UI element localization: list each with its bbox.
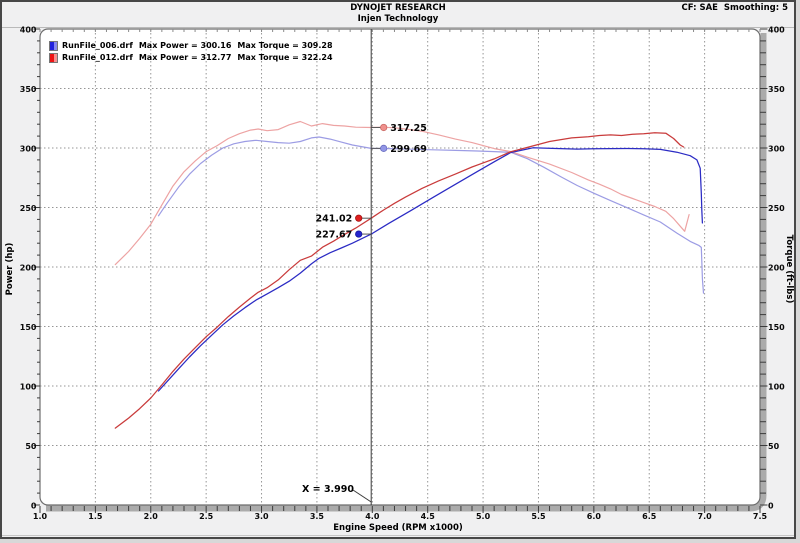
- y-left-axis-title: Power (hp): [5, 234, 15, 304]
- x-tick-label: 3.0: [254, 512, 269, 521]
- x-tick-label: 7.0: [698, 512, 713, 521]
- legend-swatch: [49, 41, 58, 51]
- y-left-tick-label: 200: [20, 264, 37, 273]
- x-tick-label: 6.5: [642, 512, 657, 521]
- y-right-axis-title: Torque (ft-lbs): [784, 234, 794, 304]
- y-right-tick-label: 100: [768, 383, 785, 392]
- legend-label: RunFile_012.drfMax Power = 312.77Max Tor…: [62, 53, 339, 62]
- y-right-tick-label: 250: [768, 204, 785, 213]
- y-right-tick-label: 0: [768, 502, 774, 511]
- cursor-marker-dot: [381, 124, 387, 130]
- legend-swatch: [49, 53, 58, 63]
- y-right-tick-label: 50: [768, 442, 780, 451]
- y-left-tick-label: 300: [20, 145, 37, 154]
- cursor-marker-dot: [356, 215, 362, 221]
- cursor-marker-value: 241.02: [316, 214, 353, 225]
- legend-row-RunFile_012.drf[interactable]: RunFile_012.drfMax Power = 312.77Max Tor…: [49, 52, 339, 63]
- cursor-marker-dot: [381, 145, 387, 151]
- y-right-tick-label: 200: [768, 264, 785, 273]
- bottom-divider: [2, 535, 794, 536]
- y-right-tick-label: 350: [768, 85, 785, 94]
- x-tick-label: 3.5: [310, 512, 325, 521]
- dyno-plot-svg: 0 0 50 50 100 100 150 150 200 200 250 250 300 300 350 3…: [2, 2, 796, 539]
- legend-label: RunFile_006.drfMax Power = 300.16Max Tor…: [62, 41, 339, 50]
- cursor-x-readout: X = 3.990: [280, 484, 354, 495]
- y-left-tick-label: 0: [31, 502, 37, 511]
- x-tick-label: 1.5: [88, 512, 103, 521]
- y-left-tick-label: 400: [20, 26, 37, 35]
- x-axis-title: Engine Speed (RPM x1000): [2, 523, 794, 533]
- legend-row-RunFile_006.drf[interactable]: RunFile_006.drfMax Power = 300.16Max Tor…: [49, 40, 339, 51]
- x-tick-label: 2.5: [199, 512, 214, 521]
- x-tick-label: 4.5: [421, 512, 436, 521]
- cursor-marker-value: 299.69: [390, 144, 427, 155]
- x-tick-label: 4.0: [365, 512, 380, 521]
- y-right-tick-label: 300: [768, 145, 785, 154]
- x-tick-label: 1.0: [33, 512, 48, 521]
- y-left-tick-label: 50: [25, 442, 37, 451]
- y-left-tick-label: 350: [20, 85, 37, 94]
- cursor-marker-dot: [356, 231, 362, 237]
- y-left-tick-label: 100: [20, 383, 37, 392]
- y-left-tick-label: 250: [20, 204, 37, 213]
- run-legend: RunFile_006.drfMax Power = 300.16Max Tor…: [49, 40, 339, 64]
- dyno-window: DYNOJET RESEARCH Injen Technology CF: SA…: [0, 0, 796, 539]
- x-tick-label: 2.0: [144, 512, 159, 521]
- cursor-marker-value: 227.67: [316, 230, 353, 241]
- x-tick-label: 6.0: [587, 512, 602, 521]
- cursor-marker-value: 317.25: [390, 123, 427, 134]
- y-right-tick-label: 400: [768, 26, 785, 35]
- x-tick-label: 5.5: [531, 512, 546, 521]
- y-left-tick-label: 150: [20, 323, 37, 332]
- x-tick-label: 5.0: [476, 512, 491, 521]
- x-tick-label: 7.5: [753, 512, 768, 521]
- y-right-tick-label: 150: [768, 323, 785, 332]
